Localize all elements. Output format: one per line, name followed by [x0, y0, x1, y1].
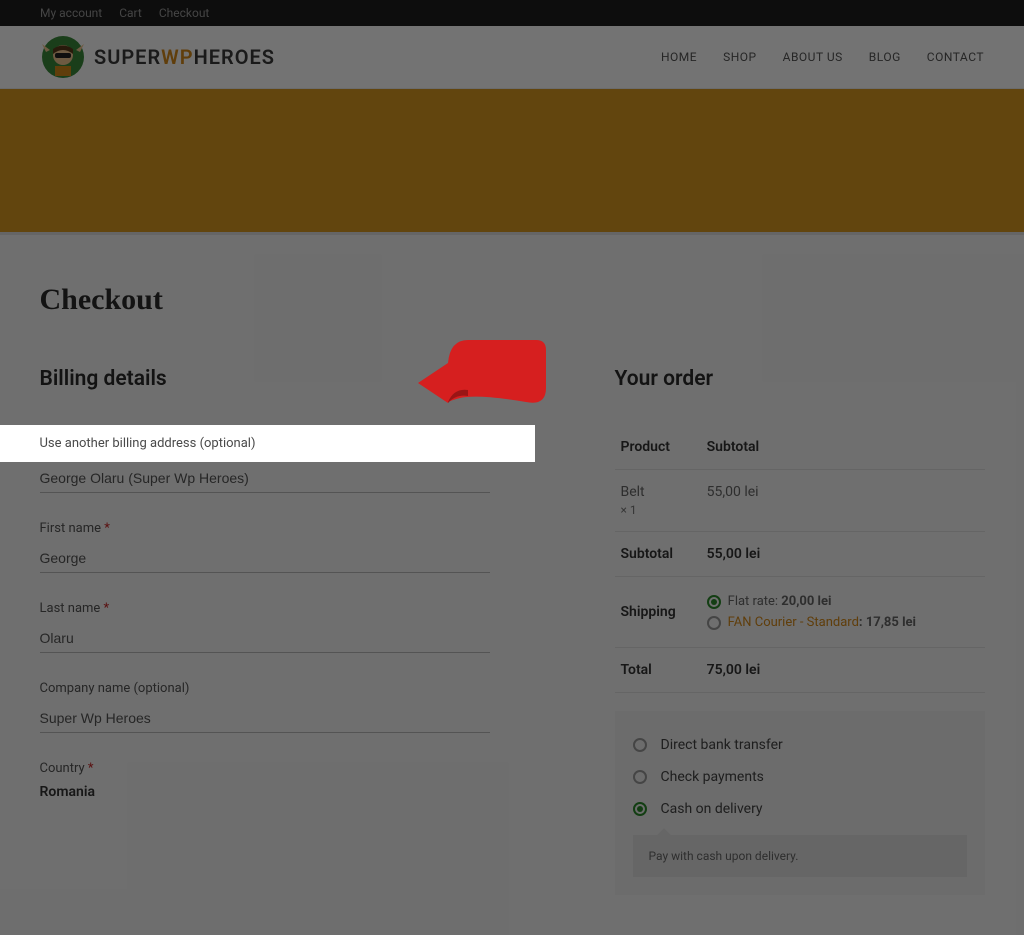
logo-pre: SUPER [94, 45, 161, 69]
hero-icon [40, 34, 86, 80]
header: SUPERWPHEROES HOME SHOP ABOUT US BLOG CO… [0, 26, 1024, 89]
logo-mid: WP [161, 45, 193, 69]
first-name-input[interactable] [40, 544, 490, 573]
nav-shop[interactable]: SHOP [723, 50, 757, 64]
flat-price: 20,00 lei [781, 594, 831, 609]
payment-check-label: Check payments [661, 769, 764, 785]
company-label: Company name (optional) [40, 681, 535, 696]
last-name-label: Last name * [40, 601, 535, 616]
table-row: Subtotal 55,00 lei [615, 532, 985, 577]
logo-post: HEROES [194, 45, 275, 69]
topbar-cart[interactable]: Cart [119, 6, 142, 20]
total-value: 75,00 lei [701, 648, 985, 693]
payment-bank-transfer[interactable]: Direct bank transfer [633, 729, 967, 761]
nav-home[interactable]: HOME [661, 50, 697, 64]
shipping-fan-courier[interactable]: FAN Courier - Standard: 17,85 lei [707, 612, 979, 633]
product-header: Product [615, 425, 701, 470]
topbar-checkout[interactable]: Checkout [159, 6, 210, 20]
hero-banner [0, 89, 1024, 232]
item-qty: × 1 [621, 503, 695, 517]
subtotal-value: 55,00 lei [701, 532, 985, 577]
radio-icon [633, 738, 647, 752]
last-name-input[interactable] [40, 624, 490, 653]
fan-label: FAN Courier - Standard [728, 615, 859, 630]
item-name: Belt [621, 484, 695, 500]
nav-about[interactable]: ABOUT US [783, 50, 843, 64]
radio-icon [633, 770, 647, 784]
order-heading: Your order [615, 367, 985, 391]
fan-price: : 17,85 lei [859, 615, 916, 630]
country-label: Country * [40, 761, 535, 776]
payment-box: Direct bank transfer Check payments Cash… [615, 711, 985, 895]
table-row: Total 75,00 lei [615, 648, 985, 693]
order-table: Product Subtotal Belt × 1 55,00 lei Subt… [615, 425, 985, 693]
nav-blog[interactable]: BLOG [869, 50, 901, 64]
top-bar: My account Cart Checkout [0, 0, 1024, 26]
total-label: Total [615, 648, 701, 693]
site-logo[interactable]: SUPERWPHEROES [40, 34, 275, 80]
country-value: Romania [40, 784, 535, 800]
payment-cod-label: Cash on delivery [661, 801, 763, 817]
use-another-address-toggle[interactable]: Use another billing address (optional) [0, 425, 535, 462]
radio-selected-icon [633, 802, 647, 816]
company-input[interactable] [40, 704, 490, 733]
radio-selected-icon [707, 595, 721, 609]
shipping-flat-rate[interactable]: Flat rate: 20,00 lei [707, 591, 979, 612]
billing-profile-input[interactable] [40, 464, 490, 493]
subtotal-header: Subtotal [701, 425, 985, 470]
payment-description: Pay with cash upon delivery. [633, 835, 967, 877]
billing-heading: Billing details [40, 367, 535, 391]
order-column: Your order Product Subtotal Belt × 1 55,… [615, 367, 985, 895]
payment-bank-label: Direct bank transfer [661, 737, 783, 753]
item-price: 55,00 lei [701, 470, 985, 532]
billing-column: Billing details Use another billing addr… [40, 367, 535, 895]
flat-label: Flat rate: [728, 594, 782, 609]
nav-contact[interactable]: CONTACT [927, 50, 984, 64]
first-name-label: First name * [40, 521, 535, 536]
table-row: Belt × 1 55,00 lei [615, 470, 985, 532]
topbar-my-account[interactable]: My account [40, 6, 102, 20]
radio-icon [707, 616, 721, 630]
payment-cod[interactable]: Cash on delivery [633, 793, 967, 825]
shipping-label: Shipping [615, 577, 701, 648]
payment-check[interactable]: Check payments [633, 761, 967, 793]
table-row: Shipping Flat rate: 20,00 lei FAN Courie… [615, 577, 985, 648]
main-nav: HOME SHOP ABOUT US BLOG CONTACT [661, 50, 984, 64]
page-title: Checkout [40, 283, 985, 317]
subtotal-label: Subtotal [615, 532, 701, 577]
